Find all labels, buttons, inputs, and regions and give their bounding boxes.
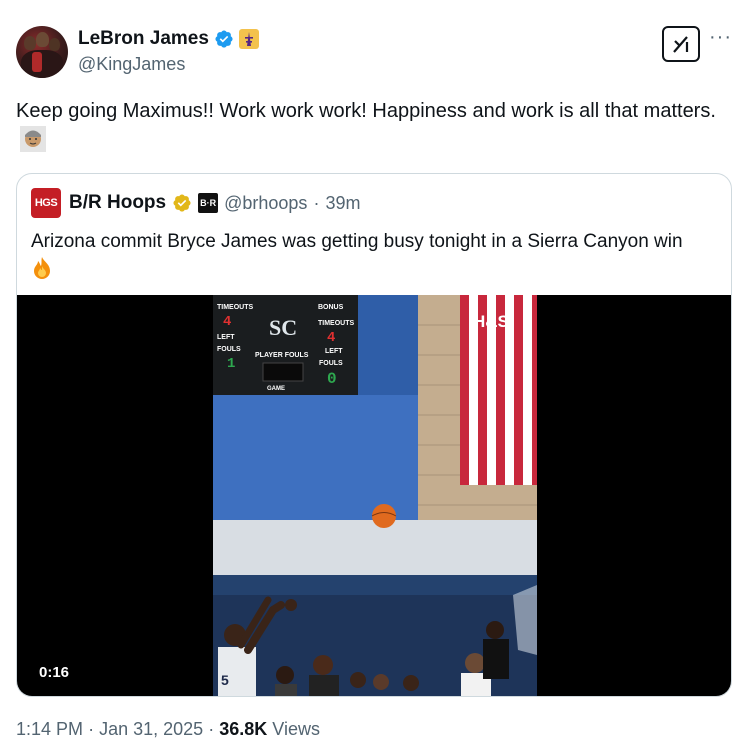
quoted-tweet-text: Arizona commit Bryce James was getting b… [31, 228, 721, 285]
tweet-header: LeBron James @KingJames ··· [16, 24, 734, 80]
more-options-button[interactable]: ··· [709, 27, 732, 47]
gold-verified-badge-icon [173, 194, 191, 212]
face-emoji [20, 126, 46, 152]
author-name-row: LeBron James [78, 28, 259, 50]
quoted-separator: · [313, 192, 320, 213]
svg-text:GAME: GAME [267, 386, 285, 392]
tweet-date[interactable]: Jan 31, 2025 [99, 719, 203, 739]
svg-text:FOULS: FOULS [319, 360, 343, 367]
quoted-display-name[interactable]: B/R Hoops [69, 192, 166, 214]
footer-separator: · [208, 719, 215, 739]
lakers-affiliate-icon[interactable] [238, 29, 259, 49]
svg-text:LEFT: LEFT [325, 348, 343, 355]
tweet-metadata: 1:14 PM · Jan 31, 2025 · 36.8K Views [16, 719, 320, 740]
avatar[interactable] [16, 26, 68, 78]
author-display-name[interactable]: LeBron James [78, 28, 209, 50]
svg-text:FOULS: FOULS [217, 346, 241, 353]
quoted-tweet-card[interactable]: HGS B/R Hoops B·R @brhoops · 39m Arizona… [16, 173, 732, 697]
quoted-handle[interactable]: @brhoops [224, 193, 307, 214]
video-frame[interactable]: TIMEOUTS 4 LEFT FOULS 1 SC PLAYER FOULS … [213, 295, 537, 696]
svg-text:4: 4 [327, 330, 335, 346]
svg-text:TIMEOUTS: TIMEOUTS [217, 304, 253, 311]
svg-text:TIMEOUTS: TIMEOUTS [318, 320, 354, 327]
grok-button[interactable] [662, 26, 700, 62]
br-affiliate-icon[interactable]: B·R [198, 193, 219, 213]
views-count[interactable]: 36.8K [219, 719, 267, 739]
svg-text:LEFT: LEFT [217, 334, 235, 341]
video-duration: 0:16 [31, 661, 78, 684]
author-handle[interactable]: @KingJames [78, 54, 185, 75]
verified-badge-icon [215, 30, 233, 48]
video-player[interactable]: TIMEOUTS 4 LEFT FOULS 1 SC PLAYER FOULS … [17, 295, 731, 696]
svg-text:5: 5 [221, 672, 229, 688]
footer-separator: · [88, 719, 95, 739]
views-label[interactable]: Views [272, 719, 320, 739]
quoted-timestamp[interactable]: 39m [325, 193, 360, 214]
tweet-text: Keep going Maximus!! Work work work! Hap… [16, 96, 726, 156]
svg-text:BONUS: BONUS [318, 304, 344, 311]
svg-text:H&S: H&S [473, 312, 509, 331]
tweet-time[interactable]: 1:14 PM [16, 719, 83, 739]
quoted-body: Arizona commit Bryce James was getting b… [31, 231, 683, 252]
svg-text:SC: SC [269, 315, 297, 340]
fire-emoji [34, 257, 50, 279]
svg-text:1: 1 [227, 356, 235, 372]
svg-text:PLAYER FOULS: PLAYER FOULS [255, 352, 309, 359]
svg-text:0: 0 [327, 370, 337, 388]
br-hoops-avatar[interactable]: HGS [31, 188, 61, 218]
quoted-tweet-header: HGS B/R Hoops B·R @brhoops · 39m [31, 188, 360, 218]
grok-icon [673, 36, 689, 53]
tweet-body: Keep going Maximus!! Work work work! Hap… [16, 100, 716, 122]
svg-text:4: 4 [223, 314, 231, 330]
video-still: TIMEOUTS 4 LEFT FOULS 1 SC PLAYER FOULS … [213, 295, 537, 696]
